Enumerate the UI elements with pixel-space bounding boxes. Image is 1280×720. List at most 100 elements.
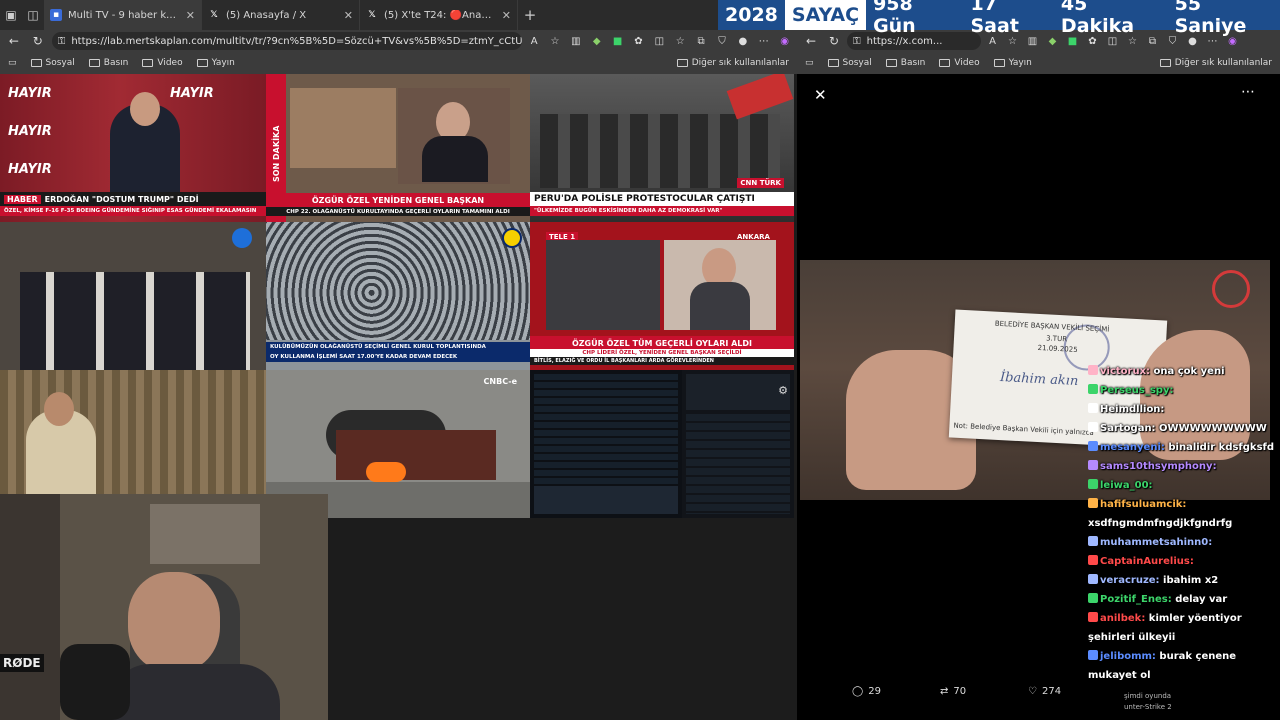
close-icon[interactable]: ✕ (186, 9, 195, 22)
back-icon[interactable]: ← (801, 31, 821, 51)
tab-title: (5) Anasayfa / X (226, 9, 307, 21)
video-tile-6[interactable]: TELE 1 ANKARA ÖZGÜR ÖZEL TÜM GEÇERLİ OYL… (530, 222, 794, 370)
now-playing-label: şimdi oyunda (1124, 692, 1172, 700)
tab-actions-icon[interactable]: ◫ (22, 0, 44, 30)
chat-username[interactable]: jelibomm: (1100, 651, 1156, 662)
workspaces-icon[interactable]: ▣ (0, 0, 22, 30)
bookmark-folder[interactable]: Sosyal (827, 58, 872, 68)
site-info-icon[interactable]: ⚿ (58, 36, 66, 47)
retweet-button[interactable]: ⇄ 70 (940, 686, 966, 697)
video-tile-9[interactable] (530, 370, 682, 518)
chat-message: hafifsuluamcik: xsdfngmdmfngdjkfgndrfg (1088, 495, 1280, 533)
crowd-scene (20, 272, 250, 370)
bookmark-folder[interactable]: Sosyal (30, 58, 75, 68)
chat-username[interactable]: mesanyeni: (1100, 442, 1165, 453)
chat-username[interactable]: anilbek: (1100, 613, 1145, 624)
collections-icon[interactable]: ⧉ (693, 33, 710, 50)
bookmark-folder[interactable]: Basın (885, 58, 925, 68)
other-bookmarks[interactable]: Diğer sık kullanılanlar (676, 58, 789, 68)
refresh-icon[interactable]: ↻ (824, 31, 844, 51)
new-tab-button[interactable]: + (518, 0, 542, 30)
chat-text: OWWWWWWWWW (1159, 423, 1267, 434)
url-text: https://x.com... (866, 35, 943, 47)
folder-icon (993, 59, 1005, 67)
x-logo-icon: 𝕏 (210, 10, 218, 20)
shield-icon[interactable]: ⛉ (714, 33, 731, 50)
folder-icon (827, 59, 839, 67)
timing-panel (534, 486, 678, 514)
chat-username[interactable]: Heimdllion: (1100, 404, 1164, 415)
extension-icon[interactable]: ✿ (630, 33, 647, 50)
tab-multitv[interactable]: ▪ Multi TV - 9 haber kanalını aynı a ✕ (44, 0, 202, 30)
bookmark-folder[interactable]: Video (142, 58, 183, 68)
chat-username[interactable]: victorux: (1100, 366, 1150, 377)
reply-icon: ◯ (852, 686, 864, 697)
video-tile-5[interactable]: KULÜBÜMÜZÜN OLAĞANÜSTÜ SEÇİMLİ GENEL KUR… (266, 222, 530, 370)
copilot-icon[interactable]: ◉ (776, 33, 793, 50)
chat-username[interactable]: Sartogan: (1100, 423, 1156, 434)
close-icon[interactable]: ✕ (814, 86, 827, 104)
close-icon[interactable]: ✕ (502, 9, 511, 22)
tab-x-home[interactable]: 𝕏 (5) Anasayfa / X ✕ (202, 0, 360, 30)
chat-message: anilbek: kimler yöentiyor şehirleri ülke… (1088, 609, 1280, 647)
chat-username[interactable]: CaptainAurelius: (1100, 556, 1194, 567)
chat-username[interactable]: muhammetsahinn0: (1100, 537, 1212, 548)
chat-username[interactable]: Perseus_spy: (1100, 385, 1173, 396)
countdown-banner: 2028 SAYAÇ 958 Gün 17 Saat 45 Dakika 55 … (718, 0, 1280, 37)
folder-icon (676, 59, 688, 67)
bookmark-folder[interactable]: Basın (88, 58, 128, 68)
channel-logo-icon (232, 228, 252, 248)
chat-badge-icon (1088, 498, 1098, 508)
video-tile-1[interactable]: HAYIR HAYIR HAYIR HAYIR HABER ERDOĞAN "DO… (0, 74, 266, 222)
video-tile-2[interactable]: SON DAKİKA ÖZGÜR ÖZEL YENİDEN GENEL BAŞK… (266, 74, 530, 222)
url-field[interactable]: ⚿ https://lab.mertskaplan.com/multitv/tr… (51, 32, 522, 50)
chat-username[interactable]: hafifsuluamcik: (1100, 499, 1186, 510)
gear-icon[interactable]: ⚙ (778, 384, 788, 397)
refresh-icon[interactable]: ↻ (28, 31, 48, 51)
bookmark-folder[interactable]: Video (939, 58, 980, 68)
more-icon[interactable]: ⋯ (755, 33, 772, 50)
tab-x-t24[interactable]: 𝕏 (5) X'te T24: 🔴Anadolu Ajansı n ✕ (360, 0, 518, 30)
chat-username[interactable]: veracruze: (1100, 575, 1160, 586)
more-icon[interactable]: ⋯ (1241, 84, 1256, 100)
extension-icon[interactable]: ■ (609, 33, 626, 50)
extension-icon[interactable]: ▥ (567, 33, 584, 50)
chat-username[interactable]: sams10thsymphony: (1100, 461, 1217, 472)
bookmark-folder[interactable]: Yayın (196, 58, 235, 68)
favorites-icon[interactable]: ☆ (672, 33, 689, 50)
chat-badge-icon (1088, 441, 1098, 451)
bookmarks-import-icon[interactable]: ▭ (8, 58, 17, 68)
close-icon[interactable]: ✕ (344, 9, 353, 22)
chat-username[interactable]: Pozitif_Enes: (1100, 594, 1172, 605)
news-banner: PERU'DA POLİSLE PROTESTOCULAR ÇATIŞTI (530, 192, 794, 206)
hayir-text: HAYIR (8, 86, 52, 101)
like-button[interactable]: ♡ 274 (1028, 686, 1061, 697)
chat-badge-icon (1088, 403, 1098, 413)
crowd-scene (540, 114, 780, 188)
chat-badge-icon (1088, 479, 1098, 489)
video-tile-3[interactable]: PERU'DA POLİSLE PROTESTOCULAR ÇATIŞTI "Ü… (530, 74, 794, 222)
site-info-icon[interactable]: ⚿ (853, 36, 861, 47)
folder-icon (196, 59, 208, 67)
channel-chip: HABER (4, 194, 41, 204)
video-tile-10[interactable]: ⚙ (682, 370, 794, 518)
chat-username[interactable]: leiwa_00: (1100, 480, 1153, 491)
countdown-seconds: 55 Saniye (1174, 0, 1247, 37)
read-aloud-icon[interactable]: A (526, 33, 543, 50)
reply-button[interactable]: ◯ 29 (852, 686, 881, 697)
other-bookmarks[interactable]: Diğer sık kullanılanlar (1159, 58, 1272, 68)
channel-logo: CNBC-e (483, 377, 517, 386)
avatar[interactable]: ● (734, 33, 751, 50)
back-icon[interactable]: ← (4, 31, 24, 51)
favorite-star-icon[interactable]: ☆ (547, 33, 564, 50)
chat-text: binalidir kdsfgksfd (1168, 442, 1275, 453)
split-screen-icon[interactable]: ◫ (651, 33, 668, 50)
extension-icon[interactable]: ◆ (588, 33, 605, 50)
bookmark-folder[interactable]: Yayın (993, 58, 1032, 68)
bookmarks-import-icon[interactable]: ▭ (805, 58, 814, 68)
fire (366, 462, 406, 482)
video-tile-4[interactable] (0, 222, 266, 370)
news-ticker: BİTLİS, ELAZIĞ VE ORDU İL BAŞKANLARI ARD… (530, 357, 794, 365)
data-table (534, 374, 678, 484)
video-tile-7[interactable] (0, 370, 266, 494)
